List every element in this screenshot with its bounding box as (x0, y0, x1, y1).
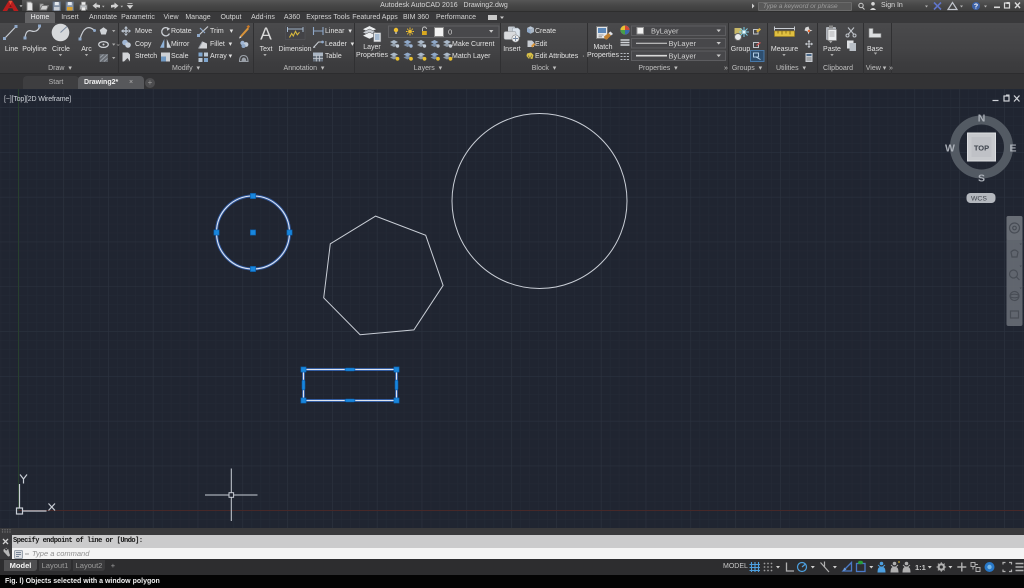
svg-text:[−][Top][2D Wireframe]: [−][Top][2D Wireframe] (4, 96, 71, 103)
svg-text:?: ? (974, 4, 978, 11)
svg-text:0: 0 (448, 28, 452, 37)
svg-text:A: A (260, 24, 272, 44)
svg-text:S: S (978, 173, 985, 185)
svg-text:ByLayer: ByLayer (669, 52, 697, 61)
svg-text:E: E (1009, 143, 1016, 155)
svg-text:N: N (978, 113, 986, 125)
svg-text:TOP: TOP (974, 144, 989, 153)
svg-text:1:1: 1:1 (915, 563, 926, 572)
svg-text:V: V (528, 56, 532, 62)
svg-text:W: W (945, 143, 955, 155)
svg-text:ByLayer: ByLayer (669, 39, 697, 48)
svg-text:ByLayer: ByLayer (651, 27, 679, 36)
svg-text:WCS: WCS (971, 196, 987, 203)
